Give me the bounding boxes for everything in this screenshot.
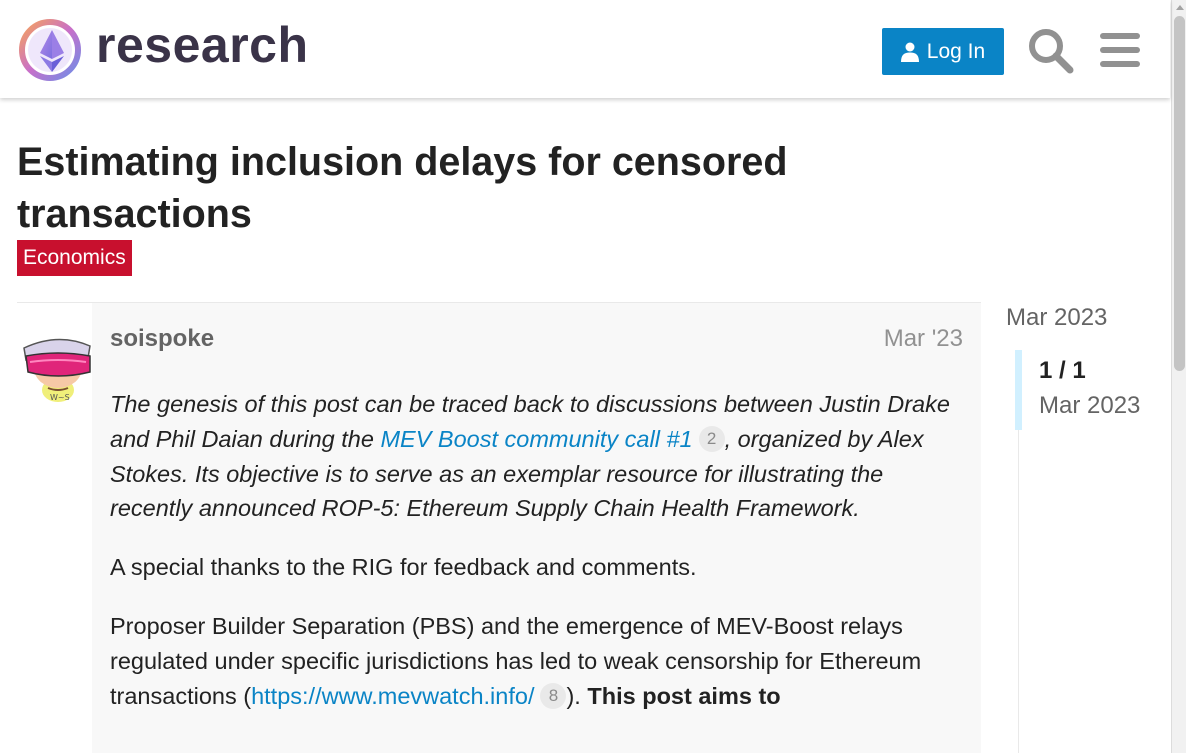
mev-boost-call-link[interactable]: MEV Boost community call #1	[380, 426, 692, 452]
page-scrollbar[interactable]	[1171, 0, 1186, 753]
pbs-text-2: ).	[566, 682, 588, 709]
logo-icon	[19, 19, 81, 81]
user-icon	[900, 42, 919, 62]
site-header: research Log In	[0, 0, 1170, 98]
link-click-count: 8	[540, 682, 567, 709]
timeline-position: 1 / 1	[1039, 357, 1086, 384]
scroll-thumb[interactable]	[1174, 16, 1185, 371]
post-date[interactable]: Mar '23	[884, 325, 963, 353]
search-icon[interactable]	[1026, 26, 1074, 74]
logo-text: research	[96, 17, 309, 73]
avatar[interactable]: W~S	[18, 328, 96, 408]
timeline-current-date: Mar 2023	[1039, 392, 1141, 419]
login-label: Log In	[926, 39, 986, 63]
timeline-handle[interactable]	[1015, 350, 1022, 430]
intro-paragraph: The genesis of this post can be traced b…	[110, 387, 970, 526]
login-button[interactable]: Log In	[882, 28, 1004, 75]
site-logo[interactable]: research	[18, 17, 309, 81]
svg-text:W~S: W~S	[50, 393, 70, 402]
thanks-paragraph: A special thanks to the RIG for feedback…	[110, 554, 697, 581]
scroll-up-arrow-icon[interactable]	[1176, 5, 1184, 10]
category-badge[interactable]: Economics	[17, 240, 132, 276]
mevwatch-link[interactable]: https://www.mevwatch.info/	[251, 683, 534, 709]
pbs-paragraph: Proposer Builder Separation (PBS) and th…	[110, 609, 970, 713]
timeline-start-date[interactable]: Mar 2023	[1006, 304, 1107, 332]
hamburger-menu-icon[interactable]	[1096, 26, 1144, 74]
link-click-count: 2	[698, 425, 725, 452]
pbs-bold-text: This post aims to	[587, 682, 781, 709]
post-author[interactable]: soispoke	[110, 325, 214, 353]
post: soispoke Mar '23 The genesis of this pos…	[92, 303, 981, 753]
post-content: The genesis of this post can be traced b…	[110, 387, 970, 737]
topic-title[interactable]: Estimating inclusion delays for censored…	[17, 136, 917, 240]
